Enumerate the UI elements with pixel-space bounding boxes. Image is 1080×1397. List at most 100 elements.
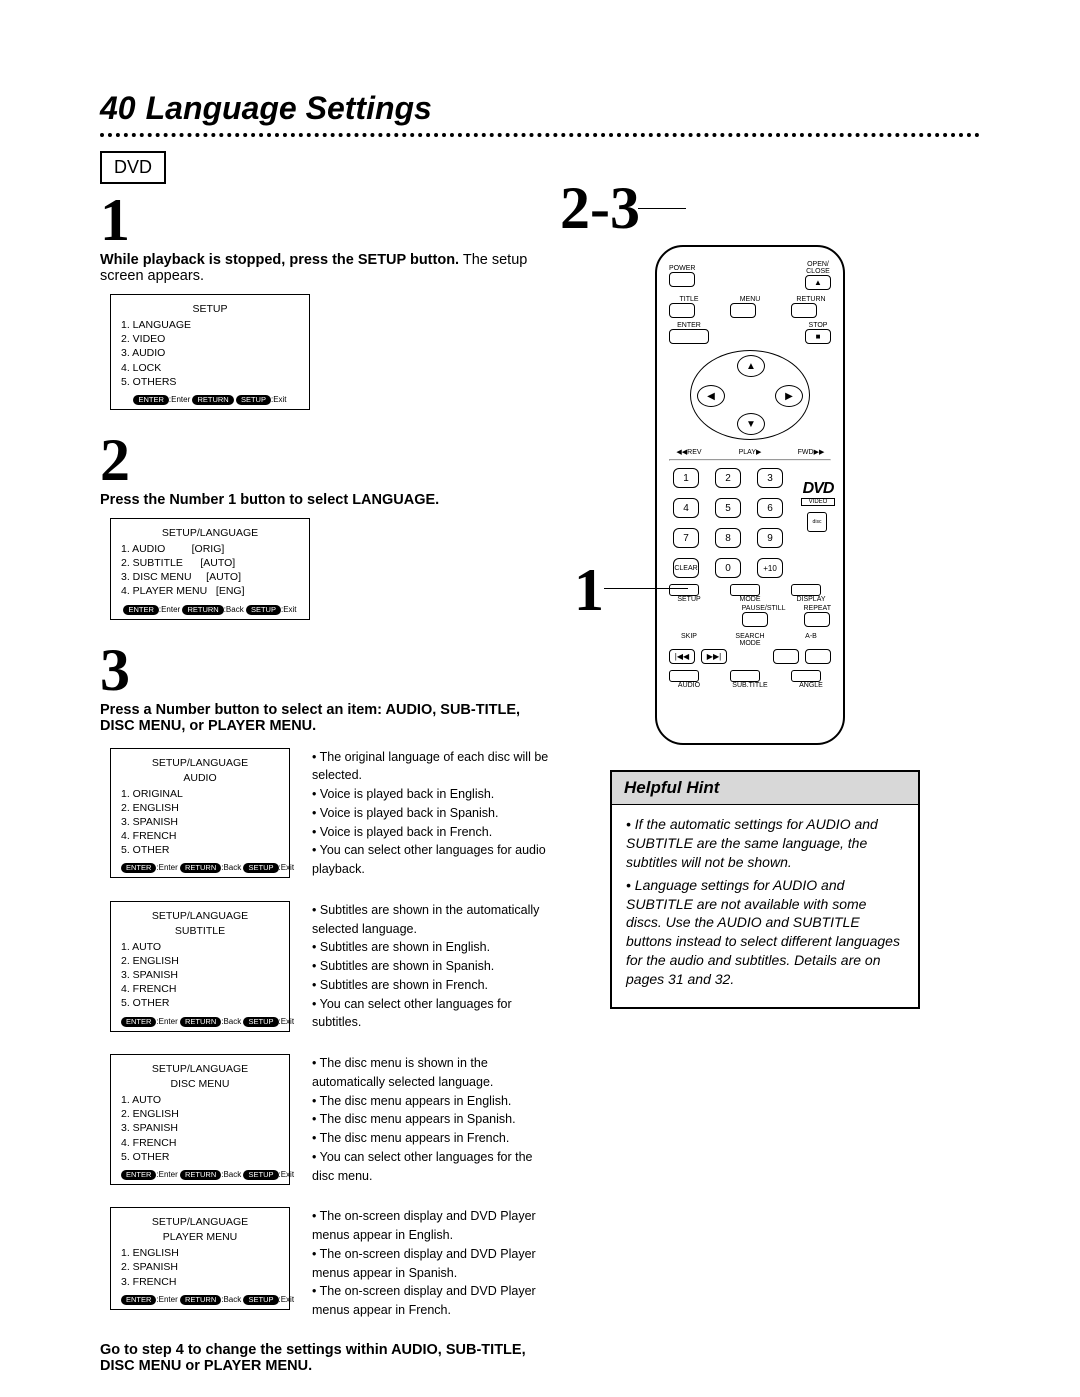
setup-row: 3. SPANISH [121, 815, 279, 829]
pill-word: :Enter [169, 395, 190, 404]
setup-box-title: SETUP/LANGUAGE [121, 1216, 279, 1228]
pill-return: RETURN [192, 395, 233, 405]
pill-word: :Enter [159, 605, 180, 614]
pill-word: :Exit [281, 605, 297, 614]
remote-title-label: TITLE [669, 296, 709, 303]
option-description: The on-screen display and DVD Player men… [312, 1245, 550, 1283]
option-description: Voice is played back in French. [312, 823, 550, 842]
remote-stop-label: STOP [805, 322, 831, 329]
language-option-group: SETUP/LANGUAGEDISC MENU1. AUTO2. ENGLISH… [110, 1054, 550, 1185]
remote-audio-button [669, 670, 699, 682]
remote-rev-label: ◀◀REV [669, 448, 709, 456]
setup-box-footer: ENTER:Enter RETURN:Back SETUP:Exit [121, 605, 299, 615]
setup-box-footer: ENTER:Enter RETURN:Back SETUP:Exit [121, 1170, 279, 1180]
option-description: Subtitles are shown in Spanish. [312, 957, 550, 976]
hint-item: If the automatic settings for AUDIO and … [626, 815, 904, 872]
remote-pause-button [742, 612, 768, 627]
setup-row: 2. SUBTITLE [AUTO] [121, 556, 299, 570]
setup-row: 1. AUTO [121, 940, 279, 954]
helpful-hint-box: Helpful Hint If the automatic settings f… [610, 770, 920, 1009]
setup-row: 4. LOCK [121, 361, 299, 375]
setup-row: 4. FRENCH [121, 829, 279, 843]
setup-row: 2. ENGLISH [121, 954, 279, 968]
pill-enter: ENTER [133, 395, 168, 405]
setup-row: 2. ENGLISH [121, 801, 279, 815]
setup-box-subtitle: SUBTITLE [121, 925, 279, 937]
remote-clear-button: CLEAR [673, 558, 699, 578]
setup-row: 1. AUTO [121, 1093, 279, 1107]
setup-row: 5. OTHER [121, 996, 279, 1010]
setup-row: 3. SPANISH [121, 968, 279, 982]
option-description-list: Subtitles are shown in the automatically… [312, 901, 550, 1032]
option-description-list: The disc menu is shown in the automatica… [312, 1054, 550, 1185]
remote-num-8: 8 [715, 528, 741, 548]
remote-open-close-button: ▲ [805, 275, 831, 290]
step-2-text: Press the Number 1 button to select LANG… [100, 492, 550, 508]
remote-num-5: 5 [715, 498, 741, 518]
remote-menu-button [730, 303, 756, 318]
language-option-group: SETUP/LANGUAGESUBTITLE1. AUTO2. ENGLISH3… [110, 901, 550, 1032]
setup-row: 1. ORIGINAL [121, 787, 279, 801]
setup-box-footer: ENTER:Enter RETURN SETUP:Exit [121, 395, 299, 405]
option-description: Voice is played back in English. [312, 785, 550, 804]
setup-row: 4. PLAYER MENU [ENG] [121, 584, 299, 598]
dpad-up-icon: ▲ [737, 355, 765, 377]
setup-box-language: SETUP/LANGUAGE 1. AUDIO [ORIG] 2. SUBTIT… [110, 518, 310, 620]
option-description: Subtitles are shown in English. [312, 938, 550, 957]
remote-fwd-label: FWD▶▶ [791, 448, 831, 456]
page-title: Language Settings [146, 90, 432, 127]
setup-row: 3. FRENCH [121, 1275, 279, 1289]
setup-box-option: SETUP/LANGUAGEDISC MENU1. AUTO2. ENGLISH… [110, 1054, 290, 1185]
remote-return-label: RETURN [791, 296, 831, 303]
remote-setup-label: SETUP [669, 596, 709, 603]
dpad-right-icon: ▶ [775, 385, 803, 407]
remote-pause-label: PAUSE/STILL [742, 605, 786, 612]
step-2-number: 2 [100, 430, 550, 490]
setup-box-title: SETUP/LANGUAGE [121, 527, 299, 539]
option-description-list: The original language of each disc will … [312, 748, 550, 879]
remote-num-4: 4 [673, 498, 699, 518]
step-3-footer: Go to step 4 to change the settings with… [100, 1342, 550, 1374]
remote-plus10-button: +10 [757, 558, 783, 578]
step-1-number: 1 [100, 190, 550, 250]
option-description: The disc menu is shown in the automatica… [312, 1054, 550, 1092]
setup-row: 5. OTHER [121, 843, 279, 857]
option-description: Subtitles are shown in the automatically… [312, 901, 550, 939]
setup-box-option: SETUP/LANGUAGESUBTITLE1. AUTO2. ENGLISH3… [110, 901, 290, 1032]
setup-row: 1. LANGUAGE [121, 318, 299, 332]
option-description: The disc menu appears in English. [312, 1092, 550, 1111]
setup-box-title: SETUP/LANGUAGE [121, 757, 279, 769]
remote-open-close-label: OPEN/ CLOSE [805, 261, 831, 275]
remote-display-label: DISPLAY [791, 596, 831, 603]
option-description: The disc menu appears in French. [312, 1129, 550, 1148]
setup-box-main: SETUP 1. LANGUAGE 2. VIDEO 3. AUDIO 4. L… [110, 294, 310, 410]
remote-enter-button [669, 329, 709, 344]
remote-num-2: 2 [715, 468, 741, 488]
remote-play-label: PLAY▶ [730, 448, 770, 456]
setup-box-title: SETUP/LANGUAGE [121, 1063, 279, 1075]
remote-return-button [791, 303, 817, 318]
option-description: Voice is played back in Spanish. [312, 804, 550, 823]
pill-word: :Exit [271, 395, 287, 404]
dvd-logo-text: DVD [803, 480, 834, 497]
setup-row: 4. FRENCH [121, 982, 279, 996]
option-description: The disc menu appears in Spanish. [312, 1110, 550, 1129]
helpful-hint-title: Helpful Hint [612, 772, 918, 805]
setup-box-option: SETUP/LANGUAGE AUDIO 1. ORIGINAL2. ENGLISH… [110, 748, 290, 879]
hint-item: Language settings for AUDIO and SUBTITLE… [626, 876, 904, 989]
remote-power-label: POWER [669, 265, 695, 272]
link-line-23 [638, 208, 686, 209]
pill-enter: ENTER [123, 605, 158, 615]
setup-box-subtitle: AUDIO [121, 772, 279, 784]
remote-num-0: 0 [715, 558, 741, 578]
language-option-group: SETUP/LANGUAGEPLAYER MENU1. ENGLISH2. SP… [110, 1207, 550, 1320]
remote-angle-label: ANGLE [791, 682, 831, 689]
remote-subtitle-label: SUB.TITLE [730, 682, 770, 689]
setup-row: 3. DISC MENU [AUTO] [121, 570, 299, 584]
setup-row: 2. ENGLISH [121, 1107, 279, 1121]
pill-return: RETURN [182, 605, 223, 615]
setup-box-subtitle: PLAYER MENU [121, 1231, 279, 1243]
remote-display-button [791, 584, 821, 596]
option-description: The original language of each disc will … [312, 748, 550, 786]
setup-row: 3. SPANISH [121, 1121, 279, 1135]
